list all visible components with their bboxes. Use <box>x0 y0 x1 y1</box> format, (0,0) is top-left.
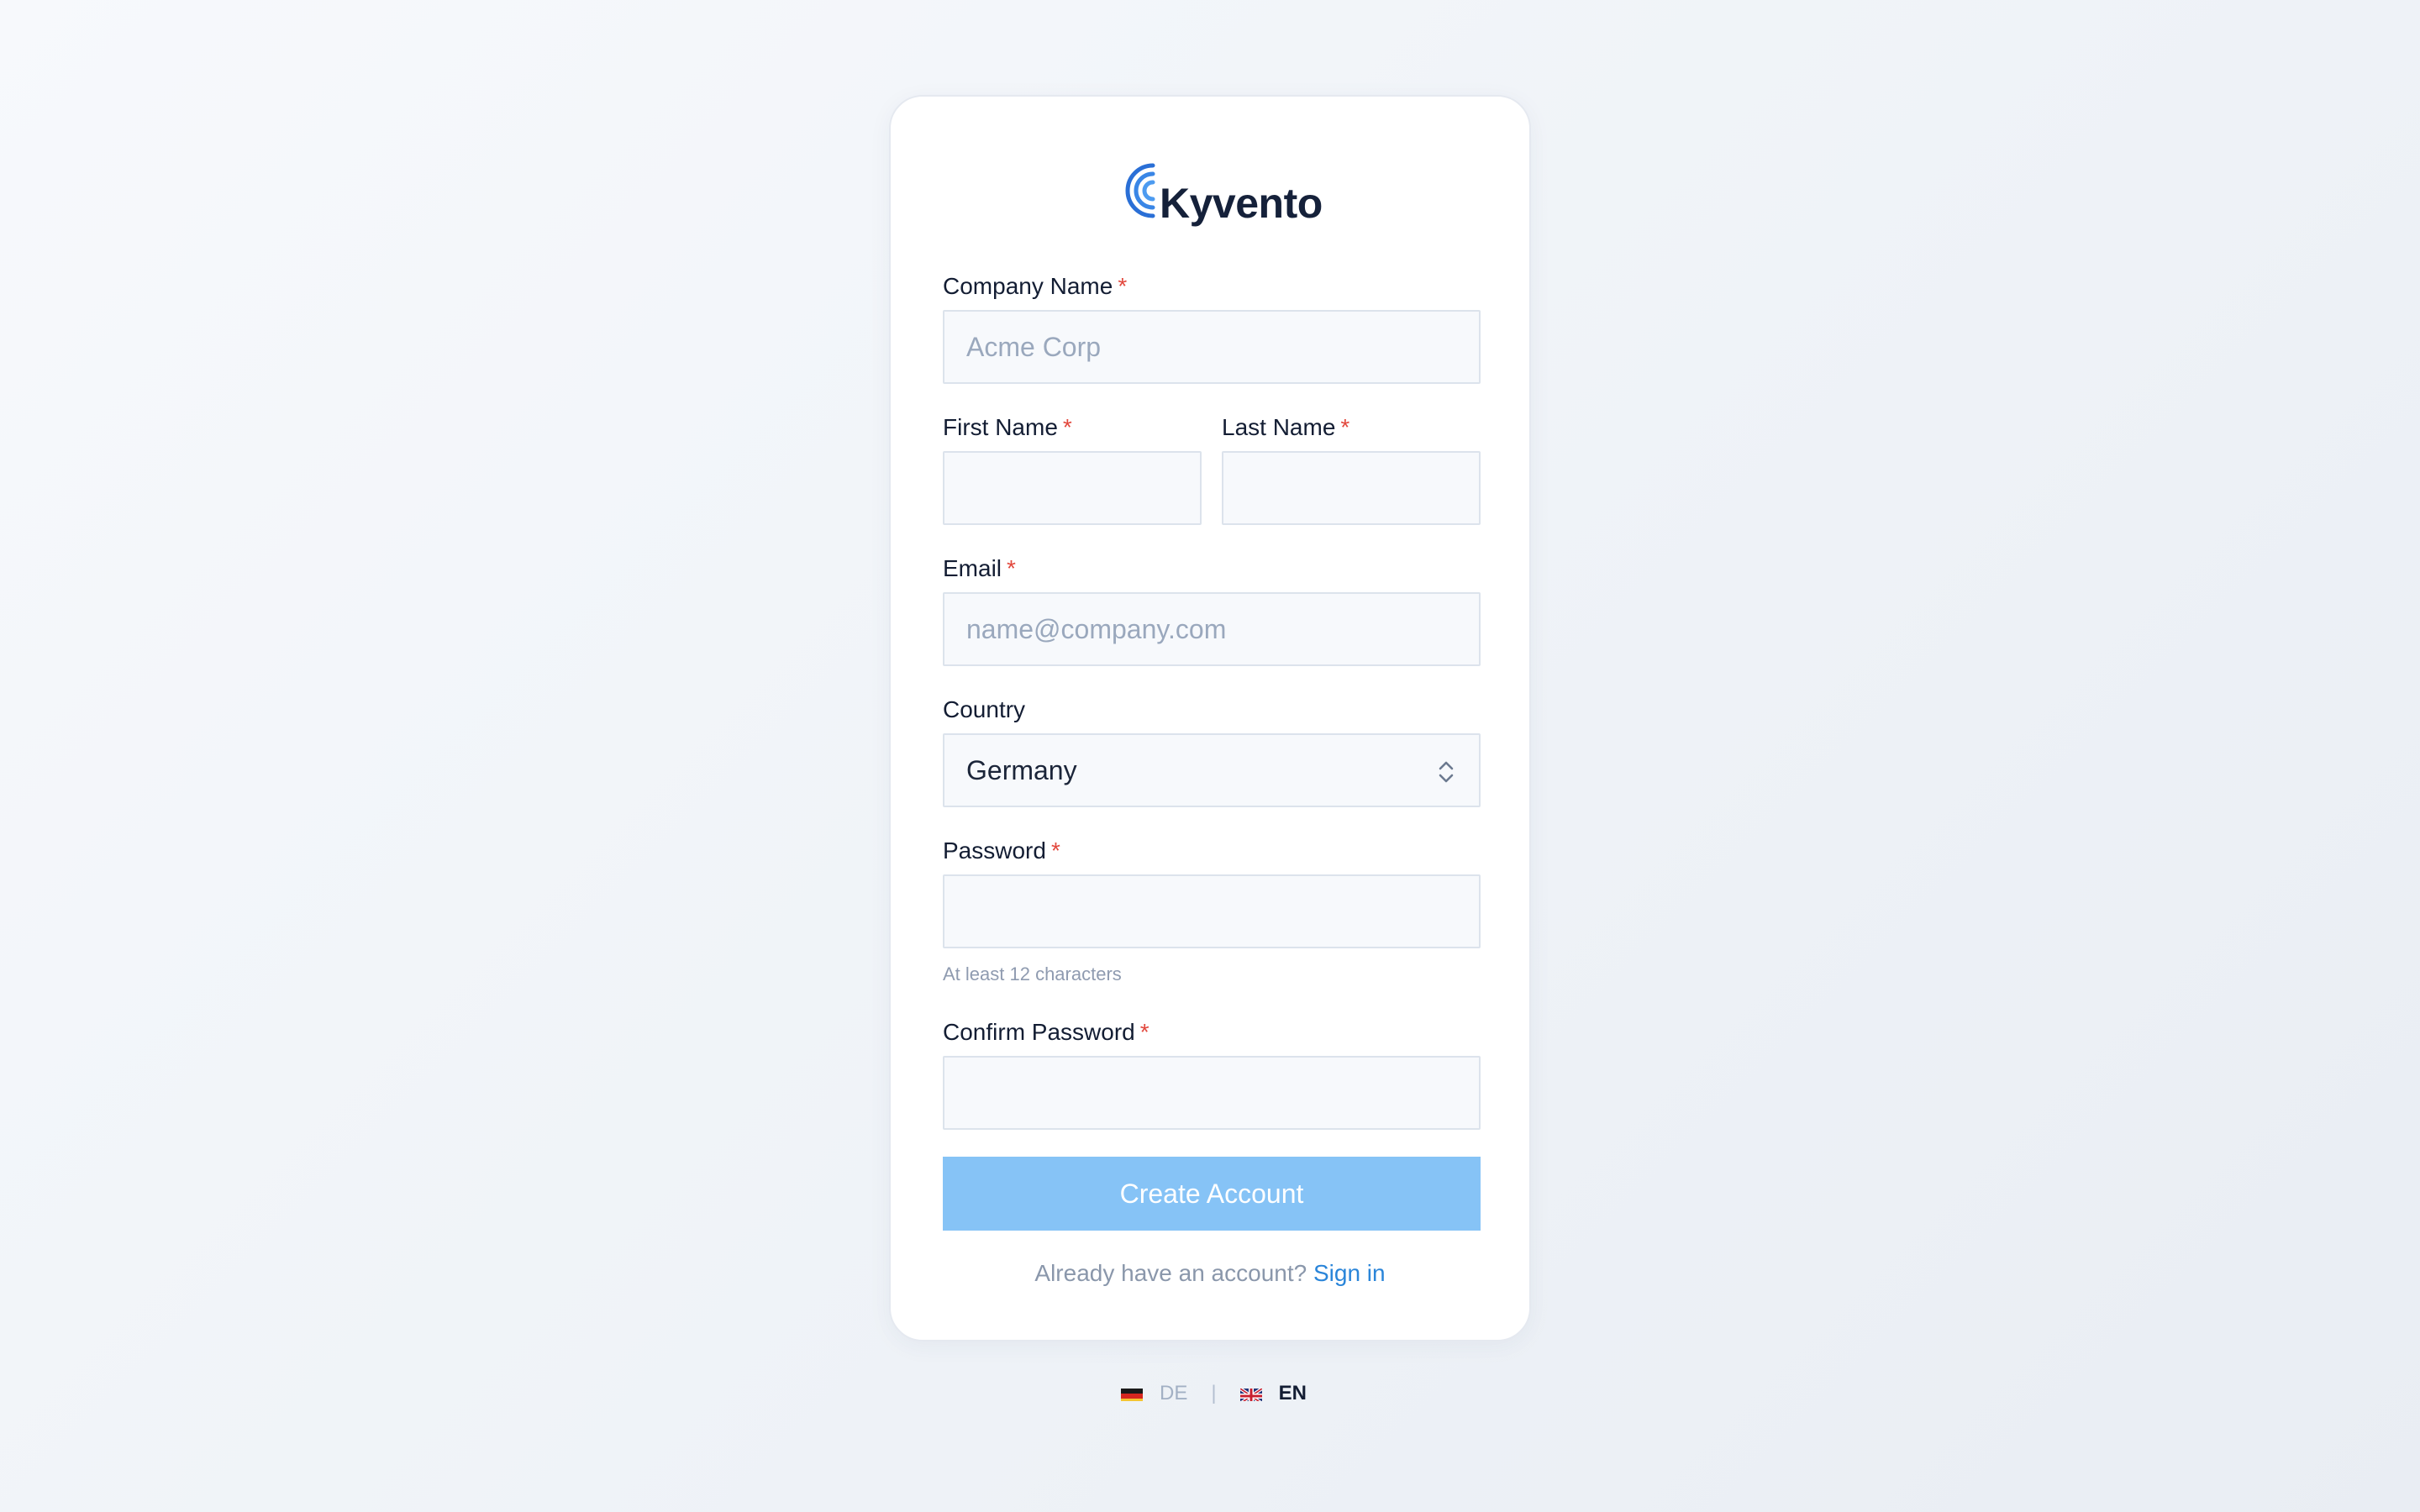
country-select[interactable]: Germany <box>943 733 1481 807</box>
confirm-password-label: Confirm Password * <box>943 1019 1150 1046</box>
password-hint: At least 12 characters <box>943 963 1122 984</box>
first-name-label-text: First Name <box>943 414 1058 440</box>
confirm-password-input[interactable] <box>943 1056 1481 1130</box>
kyvento-logo-icon <box>1125 163 1155 218</box>
confirm-password-label-text: Confirm Password <box>943 1019 1135 1045</box>
required-mark: * <box>1007 555 1016 581</box>
password-input[interactable] <box>943 874 1481 948</box>
language-de[interactable]: DE <box>1160 1382 1187 1405</box>
required-mark: * <box>1139 1019 1150 1045</box>
language-en[interactable]: EN <box>1279 1382 1307 1405</box>
signin-prompt-row: Already have an account? Sign in <box>891 1260 1529 1287</box>
country-label-text: Country <box>943 696 1026 722</box>
last-name-input[interactable] <box>1222 451 1481 525</box>
brand-name: Kyvento <box>1160 180 1323 227</box>
password-label: Password * <box>943 837 1060 864</box>
company-name-label: Company Name * <box>943 273 1127 300</box>
signup-card: Kyvento Company Name* First Name* Last N… <box>889 95 1531 1341</box>
uk-flag-icon <box>1239 1386 1262 1401</box>
create-account-button[interactable]: Create Account <box>943 1157 1481 1231</box>
email-input[interactable] <box>943 592 1481 666</box>
country-label: Country <box>943 696 1025 723</box>
brand-logo: Kyvento <box>1116 155 1323 239</box>
company-name-input[interactable] <box>943 310 1481 384</box>
signin-link[interactable]: Sign in <box>1313 1260 1386 1286</box>
last-name-label-text: Last Name <box>1222 414 1336 440</box>
first-name-input[interactable] <box>943 451 1202 525</box>
company-name-label-text: Company Name <box>943 273 1113 299</box>
email-label-text: Email <box>943 555 1002 581</box>
required-mark: * <box>1062 414 1072 440</box>
last-name-label: Last Name * <box>1222 414 1349 441</box>
chevron-updown-icon <box>1439 761 1454 783</box>
first-name-label: First Name * <box>943 414 1072 441</box>
email-label: Email * <box>943 555 1016 582</box>
country-selected-value: Germany <box>966 754 1077 785</box>
password-label-text: Password <box>943 837 1046 864</box>
required-mark: * <box>1340 414 1350 440</box>
language-switcher: DE | EN <box>1121 1379 1307 1408</box>
required-mark: * <box>1118 273 1128 299</box>
language-separator: | <box>1211 1382 1217 1404</box>
germany-flag-icon <box>1121 1386 1143 1401</box>
required-mark: * <box>1050 837 1060 864</box>
signin-prompt-text: Already have an account? <box>1034 1260 1307 1286</box>
